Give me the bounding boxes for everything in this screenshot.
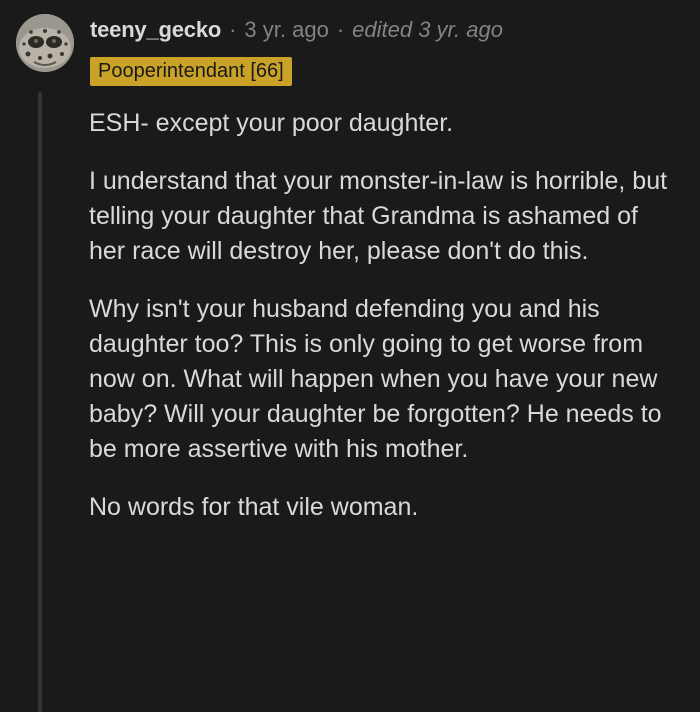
edited-timestamp: edited 3 yr. ago [352, 17, 503, 42]
comment-paragraph: ESH- except your poor daughter. [89, 109, 454, 137]
user-flair: Pooperintendant [66] [90, 57, 292, 86]
comment-timestamp[interactable]: 3 yr. ago [244, 17, 328, 43]
gecko-avatar-icon [16, 14, 74, 72]
comment-body: ESH- except your poor daughter. I unders… [89, 106, 679, 548]
separator-dot: · [336, 17, 345, 42]
username-link[interactable]: teeny_gecko [90, 17, 221, 43]
comment-paragraph: Why isn't your husband defending you and… [89, 295, 662, 463]
comment-paragraph: I understand that your monster-in-law is… [89, 167, 668, 265]
separator-dot: · [229, 17, 237, 42]
comment-header: teeny_gecko · 3 yr. ago · edited 3 yr. a… [90, 14, 503, 46]
user-avatar[interactable] [16, 14, 74, 72]
comment-paragraph: No words for that vile woman. [89, 493, 419, 521]
thread-collapse-line[interactable] [38, 92, 42, 712]
